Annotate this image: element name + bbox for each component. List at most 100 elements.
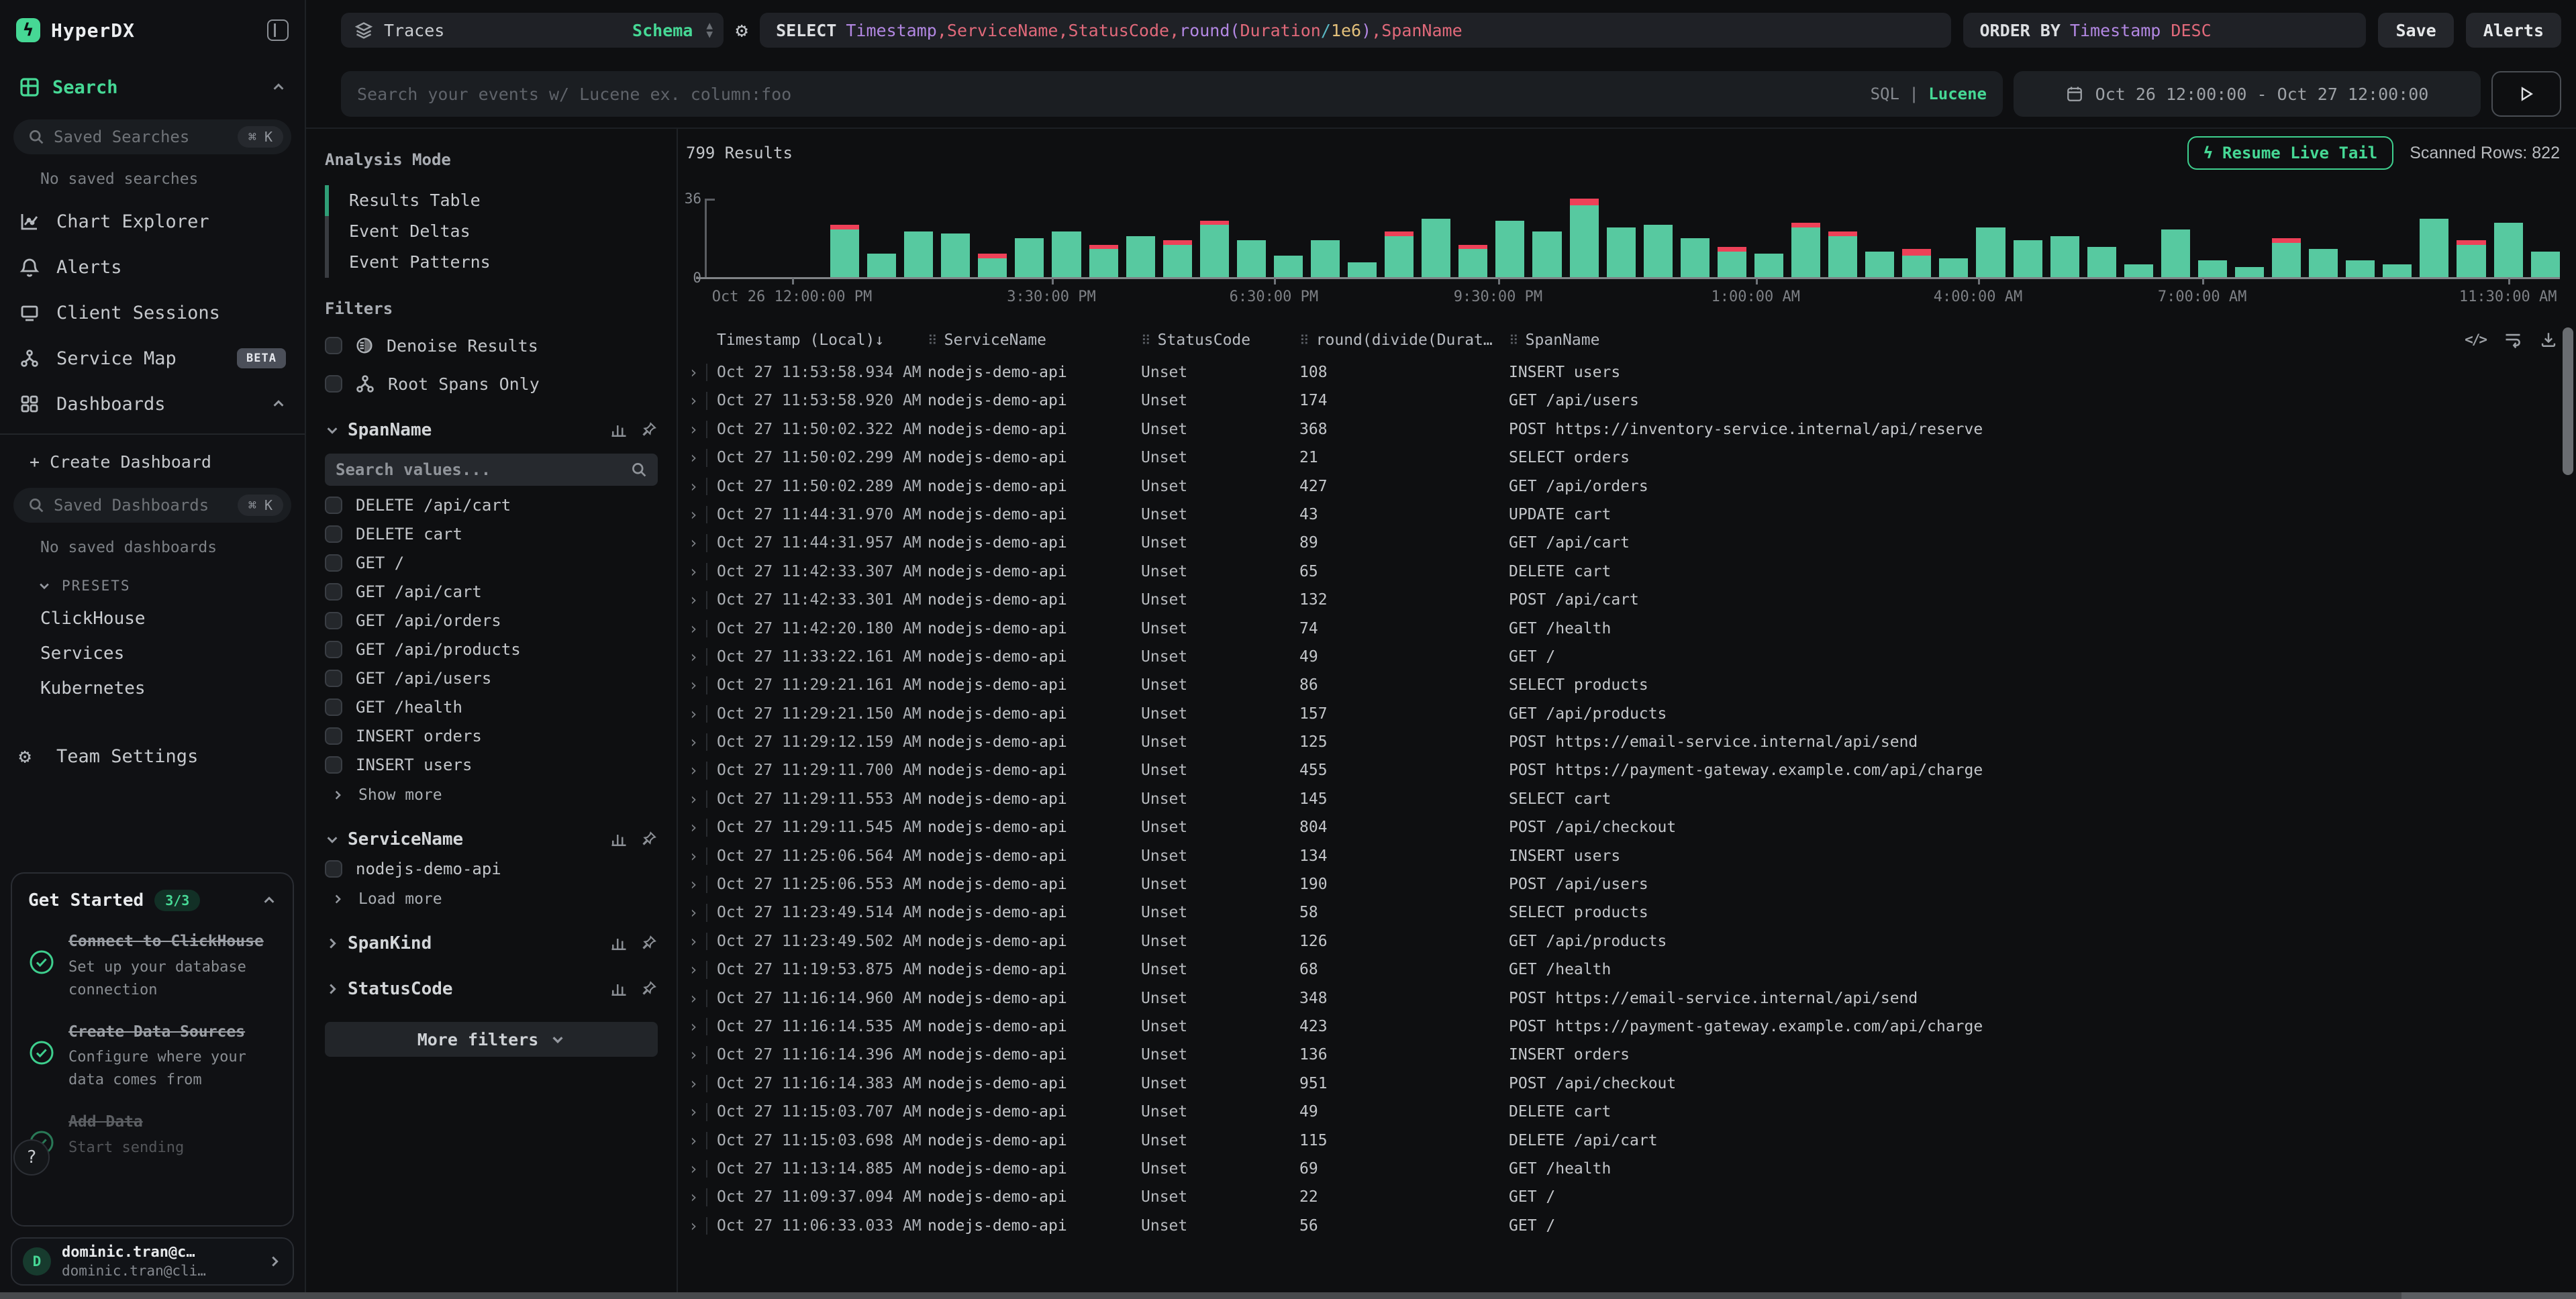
- filter-value-row[interactable]: GET /api/users: [325, 669, 658, 688]
- histogram-bar[interactable]: [1865, 199, 1894, 278]
- filter-value-row[interactable]: GET /api/products: [325, 640, 658, 659]
- checkbox[interactable]: [325, 554, 342, 572]
- horizontal-scrollbar[interactable]: [0, 1292, 2576, 1299]
- table-row[interactable]: ›Oct 27 11:44:31.970 AMnodejs-demo-apiUn…: [678, 501, 2576, 529]
- filter-value-row[interactable]: INSERT users: [325, 756, 658, 774]
- histogram-bar[interactable]: [2420, 199, 2448, 278]
- expand-row-icon[interactable]: ›: [689, 1127, 698, 1155]
- event-search-box[interactable]: SQL | Lucene: [341, 71, 2003, 117]
- drag-handle-icon[interactable]: ⠿: [928, 332, 938, 348]
- column-header-spanname[interactable]: ⠿SpanName: [1509, 331, 1599, 349]
- run-query-button[interactable]: [2491, 71, 2561, 117]
- histogram-bar[interactable]: [2050, 199, 2079, 278]
- checkbox[interactable]: [325, 583, 342, 601]
- chevron-up-icon[interactable]: [262, 893, 277, 908]
- saved-dashboards-field[interactable]: [54, 496, 228, 515]
- chevron-right-icon[interactable]: [325, 982, 340, 996]
- expand-row-icon[interactable]: ›: [689, 386, 698, 415]
- histogram-bar[interactable]: [1791, 199, 1820, 278]
- load-more-link[interactable]: Load more: [330, 890, 658, 908]
- table-row[interactable]: ›Oct 27 11:16:14.960 AMnodejs-demo-apiUn…: [678, 984, 2576, 1012]
- filter-value-row[interactable]: INSERT orders: [325, 727, 658, 745]
- source-settings-gear-icon[interactable]: ⚙: [736, 19, 748, 42]
- column-header-statuscode[interactable]: ⠿StatusCode: [1141, 331, 1250, 349]
- filter-value-row[interactable]: GET /api/orders: [325, 611, 658, 630]
- checkbox[interactable]: [325, 670, 342, 687]
- checkbox[interactable]: [325, 756, 342, 774]
- help-button[interactable]: ?: [13, 1139, 50, 1176]
- histogram-bar[interactable]: [2309, 199, 2338, 278]
- expand-row-icon[interactable]: ›: [689, 756, 698, 784]
- histogram-bar[interactable]: [2161, 199, 2190, 278]
- histogram-bar[interactable]: [2383, 199, 2412, 278]
- table-row[interactable]: ›Oct 27 11:15:03.707 AMnodejs-demo-apiUn…: [678, 1098, 2576, 1126]
- expand-row-icon[interactable]: ›: [689, 1012, 698, 1041]
- table-row[interactable]: ›Oct 27 11:29:12.159 AMnodejs-demo-apiUn…: [678, 728, 2576, 756]
- sidebar-item-service-map[interactable]: Service MapBETA: [0, 335, 305, 381]
- histogram-bar[interactable]: [1902, 199, 1931, 278]
- pin-icon[interactable]: [640, 421, 658, 439]
- expand-row-icon[interactable]: ›: [689, 472, 698, 501]
- expand-row-icon[interactable]: ›: [689, 785, 698, 813]
- filter-toggle-denoise-results[interactable]: Denoise Results: [325, 335, 658, 356]
- sidebar-item-chart-explorer[interactable]: Chart Explorer: [0, 199, 305, 244]
- chevron-up-icon[interactable]: [271, 80, 286, 95]
- drag-handle-icon[interactable]: ⠿: [1509, 332, 1519, 348]
- expand-row-icon[interactable]: ›: [689, 927, 698, 955]
- get-started-item[interactable]: Add DataStart sending: [28, 1110, 277, 1159]
- bar-chart-icon[interactable]: [609, 830, 628, 849]
- expand-row-icon[interactable]: ›: [689, 558, 698, 586]
- sidebar-item-dashboards[interactable]: Dashboards: [0, 381, 305, 427]
- expand-row-icon[interactable]: ›: [689, 643, 698, 671]
- presets-toggle[interactable]: PRESETS: [38, 578, 305, 594]
- search-input[interactable]: [357, 85, 1857, 104]
- bar-chart-icon[interactable]: [609, 980, 628, 998]
- histogram-bar[interactable]: [1607, 199, 1636, 278]
- histogram-bar[interactable]: [2494, 199, 2523, 278]
- pin-icon[interactable]: [640, 830, 658, 849]
- histogram-bar[interactable]: [941, 199, 970, 278]
- histogram-bar[interactable]: [2457, 199, 2485, 278]
- checkbox[interactable]: [325, 698, 342, 716]
- table-row[interactable]: ›Oct 27 11:50:02.299 AMnodejs-demo-apiUn…: [678, 444, 2576, 472]
- saved-searches-field[interactable]: [54, 127, 228, 146]
- expand-row-icon[interactable]: ›: [689, 1070, 698, 1098]
- preset-kubernetes[interactable]: Kubernetes: [40, 678, 305, 698]
- table-row[interactable]: ›Oct 27 11:16:14.535 AMnodejs-demo-apiUn…: [678, 1012, 2576, 1041]
- select-clause-input[interactable]: SELECTTimestamp,ServiceName,StatusCode,r…: [760, 13, 1951, 48]
- bar-chart-icon[interactable]: [609, 934, 628, 953]
- expand-row-icon[interactable]: ›: [689, 671, 698, 699]
- table-row[interactable]: ›Oct 27 11:53:58.934 AMnodejs-demo-apiUn…: [678, 358, 2576, 386]
- saved-dashboards-input[interactable]: ⌘ K: [13, 488, 291, 523]
- filter-toggle-root-spans-only[interactable]: Root Spans Only: [325, 373, 658, 395]
- expand-row-icon[interactable]: ›: [689, 615, 698, 643]
- histogram-bar[interactable]: [1422, 199, 1450, 278]
- checkbox[interactable]: [325, 337, 342, 354]
- filter-group-spankind[interactable]: SpanKind: [325, 933, 658, 953]
- collapse-sidebar-icon[interactable]: [267, 19, 289, 41]
- get-started-item[interactable]: Create Data SourcesConfigure where your …: [28, 1021, 277, 1092]
- filter-value-row[interactable]: GET /: [325, 554, 658, 572]
- preset-services[interactable]: Services: [40, 643, 305, 664]
- preset-clickhouse[interactable]: ClickHouse: [40, 609, 305, 629]
- create-dashboard-button[interactable]: + Create Dashboard: [30, 452, 305, 472]
- table-row[interactable]: ›Oct 27 11:42:20.180 AMnodejs-demo-apiUn…: [678, 615, 2576, 643]
- text-wrap-icon[interactable]: [2504, 330, 2522, 349]
- table-row[interactable]: ›Oct 27 11:42:33.307 AMnodejs-demo-apiUn…: [678, 558, 2576, 586]
- checkbox[interactable]: [325, 497, 342, 514]
- analysis-mode-event-patterns[interactable]: Event Patterns: [325, 247, 658, 278]
- checkbox[interactable]: [325, 612, 342, 629]
- events-histogram[interactable]: 36 0 Oct 26 12:00:00 PM3:30:00 PM6:30:00…: [686, 177, 2563, 326]
- checkbox[interactable]: [325, 641, 342, 658]
- histogram-bar[interactable]: [1348, 199, 1377, 278]
- resume-live-tail-button[interactable]: ϟ Resume Live Tail: [2187, 136, 2394, 170]
- table-row[interactable]: ›Oct 27 11:50:02.289 AMnodejs-demo-apiUn…: [678, 472, 2576, 501]
- expand-row-icon[interactable]: ›: [689, 501, 698, 529]
- bar-chart-icon[interactable]: [609, 421, 628, 439]
- histogram-bar[interactable]: [1052, 199, 1081, 278]
- drag-handle-icon[interactable]: ⠿: [1141, 332, 1151, 348]
- filter-value-row[interactable]: DELETE /api/cart: [325, 496, 658, 515]
- vertical-scrollbar[interactable]: [2563, 327, 2573, 475]
- histogram-bar[interactable]: [1495, 199, 1524, 278]
- filter-values-search-input[interactable]: [336, 460, 631, 479]
